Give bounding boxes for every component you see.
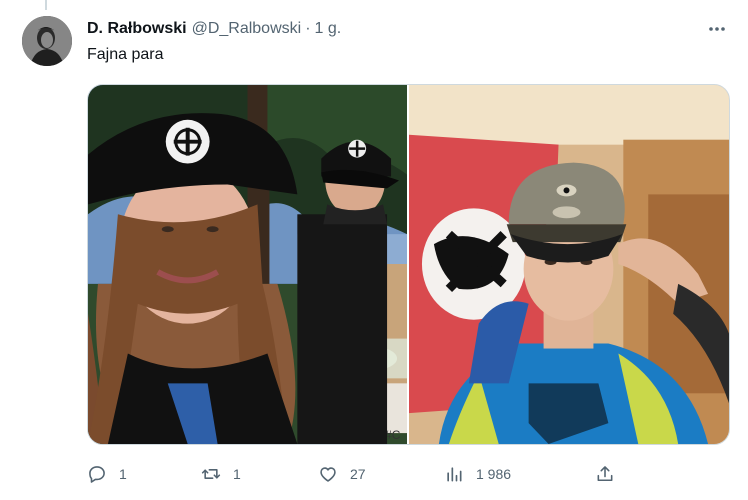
user-handle[interactable]: @D_Ralbowski — [192, 20, 302, 38]
photo-right[interactable] — [409, 85, 729, 444]
tweet-header: D. Rałbowski @D_Ralbowski · 1 g. — [87, 18, 341, 40]
heart-icon — [320, 467, 336, 482]
photo-watermark: #C — [385, 428, 401, 442]
like-count: 27 — [350, 466, 366, 482]
tweet-actions: 1 1 27 1 986 — [87, 460, 627, 488]
more-horizontal-icon — [709, 27, 725, 31]
retweet-count: 1 — [233, 466, 241, 482]
tweet-media[interactable]: #C — [87, 84, 730, 445]
separator-dot: · — [305, 20, 311, 37]
views-button[interactable]: 1 986 — [444, 464, 511, 484]
analytics-bar-icon — [447, 467, 462, 482]
reply-icon — [89, 466, 105, 483]
retweet-button[interactable]: 1 — [201, 464, 241, 484]
reply-button[interactable]: 1 — [87, 464, 127, 484]
timestamp[interactable]: 1 g. — [315, 20, 342, 38]
like-button[interactable]: 27 — [318, 464, 366, 484]
tweet[interactable]: D. Rałbowski @D_Ralbowski · 1 g. Fajna p… — [0, 0, 748, 500]
share-button[interactable] — [595, 464, 615, 484]
photo-left[interactable]: #C — [88, 85, 407, 444]
more-options-button[interactable] — [706, 18, 728, 40]
retweet-icon — [201, 469, 221, 479]
reply-count: 1 — [119, 466, 127, 482]
views-count: 1 986 — [476, 466, 512, 482]
avatar[interactable] — [22, 16, 72, 66]
share-icon — [597, 466, 613, 482]
display-name[interactable]: D. Rałbowski — [87, 20, 187, 38]
tweet-text: Fajna para — [87, 46, 164, 63]
